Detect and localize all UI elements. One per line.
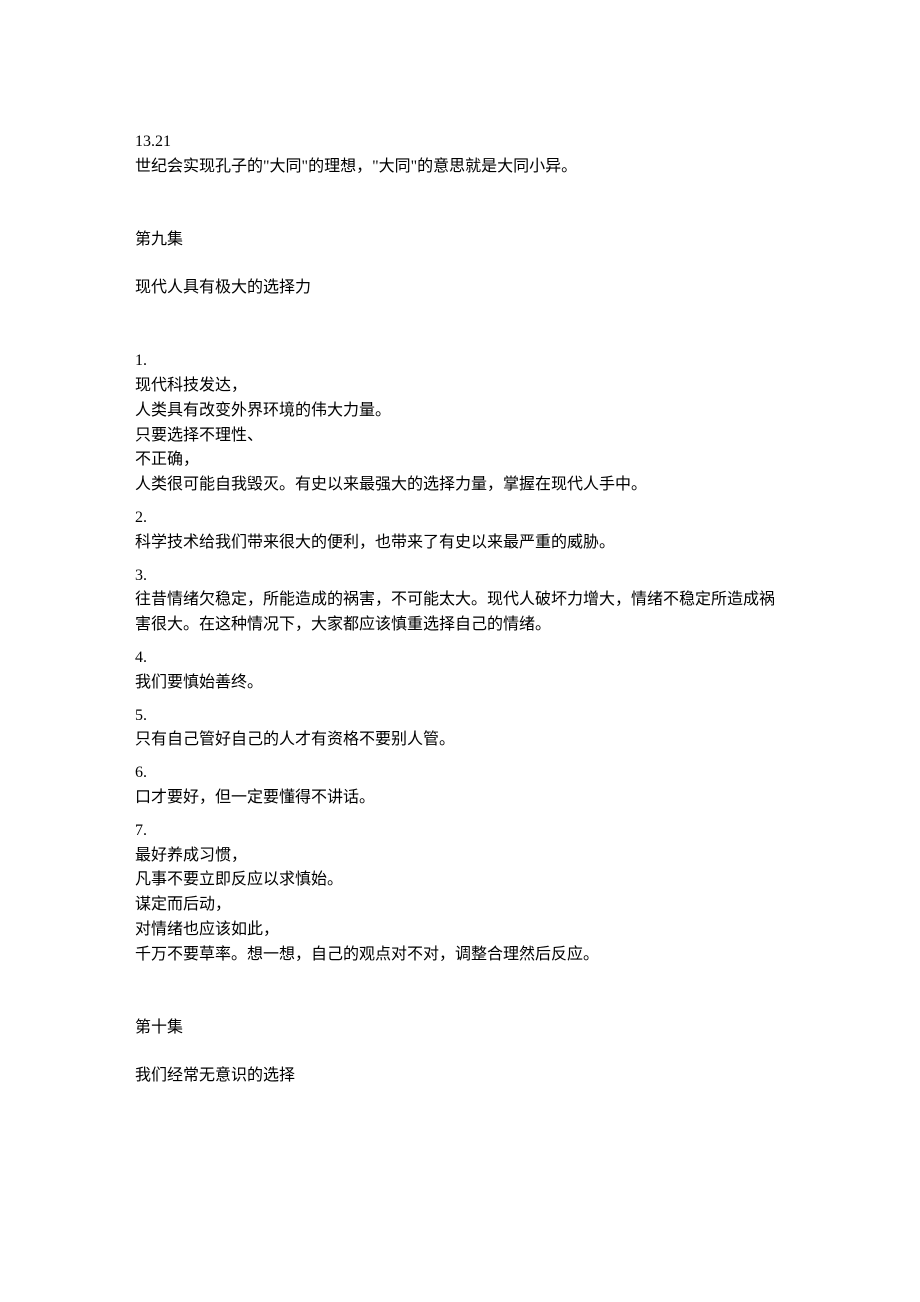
spacer bbox=[135, 301, 785, 349]
item-number: 7. bbox=[135, 819, 785, 844]
item-line: 凡事不要立即反应以求慎始。 bbox=[135, 868, 785, 893]
item-line: 人类很可能自我毁灭。有史以来最强大的选择力量，掌握在现代人手中。 bbox=[135, 473, 785, 498]
spacer bbox=[135, 180, 785, 228]
spacer bbox=[135, 696, 785, 704]
opening-text: 世纪会实现孔子的"大同"的理想，"大同"的意思就是大同小异。 bbox=[135, 155, 785, 180]
section-subtitle: 我们经常无意识的选择 bbox=[135, 1064, 785, 1089]
spacer bbox=[135, 638, 785, 646]
document-page: 13.21 世纪会实现孔子的"大同"的理想，"大同"的意思就是大同小异。 第九集… bbox=[0, 0, 920, 1302]
item-line: 对情绪也应该如此， bbox=[135, 918, 785, 943]
list-item: 4. 我们要慎始善终。 bbox=[135, 646, 785, 696]
list-item: 6. 口才要好，但一定要懂得不讲话。 bbox=[135, 761, 785, 811]
spacer bbox=[135, 498, 785, 506]
item-line: 往昔情绪欠稳定，所能造成的祸害，不可能太大。现代人破坏力增大，情绪不稳定所造成祸… bbox=[135, 588, 785, 638]
spacer bbox=[135, 753, 785, 761]
item-number: 1. bbox=[135, 349, 785, 374]
item-number: 2. bbox=[135, 506, 785, 531]
item-line: 只有自己管好自己的人才有资格不要别人管。 bbox=[135, 728, 785, 753]
item-line: 只要选择不理性、 bbox=[135, 424, 785, 449]
section-subtitle: 现代人具有极大的选择力 bbox=[135, 276, 785, 301]
item-line: 现代科技发达， bbox=[135, 374, 785, 399]
spacer bbox=[135, 556, 785, 564]
spacer bbox=[135, 252, 785, 276]
list-item: 2. 科学技术给我们带来很大的便利，也带来了有史以来最严重的威胁。 bbox=[135, 506, 785, 556]
list-item: 3. 往昔情绪欠稳定，所能造成的祸害，不可能太大。现代人破坏力增大，情绪不稳定所… bbox=[135, 564, 785, 638]
item-line: 不正确， bbox=[135, 448, 785, 473]
item-number: 6. bbox=[135, 761, 785, 786]
spacer bbox=[135, 811, 785, 819]
item-line: 谋定而后动， bbox=[135, 893, 785, 918]
section-heading: 第十集 bbox=[135, 1016, 785, 1041]
section-heading: 第九集 bbox=[135, 228, 785, 253]
spacer bbox=[135, 968, 785, 1016]
item-line: 口才要好，但一定要懂得不讲话。 bbox=[135, 786, 785, 811]
item-number: 3. bbox=[135, 564, 785, 589]
item-line: 科学技术给我们带来很大的便利，也带来了有史以来最严重的威胁。 bbox=[135, 531, 785, 556]
list-item: 5. 只有自己管好自己的人才有资格不要别人管。 bbox=[135, 704, 785, 754]
item-line: 我们要慎始善终。 bbox=[135, 671, 785, 696]
list-item: 1. 现代科技发达， 人类具有改变外界环境的伟大力量。 只要选择不理性、 不正确… bbox=[135, 349, 785, 498]
item-number: 4. bbox=[135, 646, 785, 671]
item-line: 最好养成习惯， bbox=[135, 844, 785, 869]
opening-number: 13.21 bbox=[135, 130, 785, 155]
item-number: 5. bbox=[135, 704, 785, 729]
spacer bbox=[135, 1040, 785, 1064]
item-line: 千万不要草率。想一想，自己的观点对不对，调整合理然后反应。 bbox=[135, 943, 785, 968]
item-line: 人类具有改变外界环境的伟大力量。 bbox=[135, 399, 785, 424]
list-item: 7. 最好养成习惯， 凡事不要立即反应以求慎始。 谋定而后动， 对情绪也应该如此… bbox=[135, 819, 785, 968]
